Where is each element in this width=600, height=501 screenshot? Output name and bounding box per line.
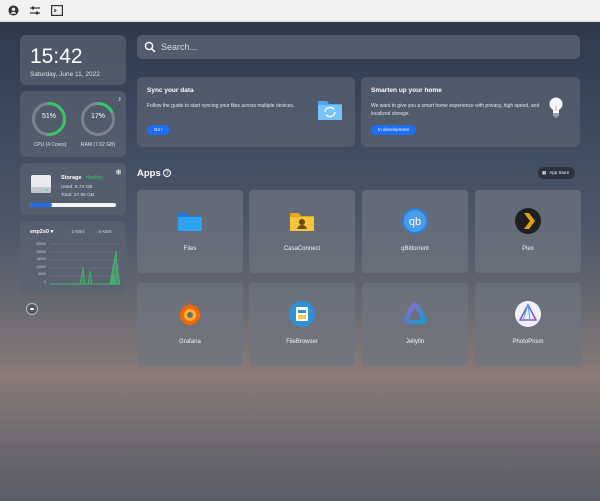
arrow-down-icon: ↓ [95,229,98,234]
download-rate-value: 6 KB/s [98,229,112,234]
help-icon[interactable]: ? [163,169,171,177]
app-name: Plex [522,246,534,252]
cpu-gauge: 51% [30,100,68,138]
download-rate: ↓ 6 KB/s [95,229,112,234]
folder-icon [176,207,204,235]
grafana-icon [176,300,204,328]
app-tile-jellyfin[interactable]: Jellyfin [362,283,468,366]
widget-settings-button[interactable] [26,303,38,315]
storage-widget: ❄ Storage Healthy Used: 6.74 GB Total: 2… [20,163,126,215]
storage-bar-fill [30,203,52,207]
app-tile-plex[interactable]: Plex [475,190,581,273]
app-tile-files[interactable]: Files [137,190,243,273]
app-store-label: App Store [549,170,570,175]
jellyfin-icon [401,300,429,328]
y-tick: 30000 [36,242,46,246]
sync-title: Sync your data [147,87,194,94]
sync-data-card: Sync your data Follow the guide to start… [137,77,355,147]
y-tick: 0 [44,279,46,284]
app-name: PhotoPrism [512,339,544,345]
ram-gauge: 17% [79,100,117,138]
y-tick: 24000 [36,249,46,254]
store-icon: ▦ [542,170,547,175]
app-tile-grafana[interactable]: Grafana [137,283,243,366]
cpu-percent: 51% [41,113,56,120]
app-name: CasaConnect [283,246,321,252]
network-chart [50,243,120,285]
chevron-down-icon: ▾ [50,229,54,235]
smart-home-card: Smarten up your home We want to give you… [361,77,580,147]
search-icon [144,40,156,58]
search-bar[interactable]: Search... [137,35,580,59]
network-widget: enp2s0 ▾ ↑ 2 KB/s ↓ 6 KB/s 30000 24000 1… [20,221,126,293]
storage-total: Total: 27.06 GB [61,193,95,198]
app-tile-filebrowser[interactable]: FileBrowser [249,283,355,366]
y-tick: 6000 [38,272,46,277]
app-name: FileBrowser [286,339,318,345]
app-name: Grafana [179,339,201,345]
in-development-button[interactable]: In development [371,125,416,135]
storage-bar [30,203,116,207]
top-toolbar [0,0,600,22]
upload-rate-value: 2 KB/s [71,229,85,234]
svg-text:qb: qb [409,216,421,228]
sync-go-button[interactable]: Go ! [147,125,170,135]
app-name: qBittorrent [401,246,429,252]
clock-date: Saturday, June 11, 2022 [30,71,100,78]
sync-text: Follow the guide to start syncing your f… [147,103,295,109]
network-y-axis: 30000 24000 18000 12000 6000 0 [26,241,46,287]
apps-title: Apps [137,168,161,179]
ram-label: RAM (7.62 GB) [80,142,116,148]
sync-folder-icon [317,97,343,121]
terminal-icon[interactable] [51,4,64,17]
app-name: Jellyfin [405,339,425,345]
upload-rate: ↑ 2 KB/s [68,229,85,234]
storage-title: Storage [61,175,82,181]
smart-home-text: We want to give you a smart home experie… [371,103,540,117]
sliders-icon[interactable] [29,5,41,17]
storage-status: Healthy [86,175,103,181]
app-store-button[interactable]: ▦ App Store [538,167,576,179]
y-tick: 18000 [36,257,46,262]
storage-used: Used: 6.74 GB [61,185,93,190]
plex-icon [514,207,542,235]
app-tile-qbittorrent[interactable]: qb qBittorrent [362,190,468,273]
app-name: Files [183,246,197,252]
user-circle-icon[interactable] [7,4,19,17]
gear-icon[interactable]: ❄ [115,168,122,177]
chevron-right-icon[interactable]: › [118,94,121,103]
lightbulb-icon [548,96,564,122]
ram-percent: 17% [90,113,105,120]
casaconnect-icon [288,207,316,235]
search-input[interactable]: Search... [161,42,197,52]
photoprism-icon [514,300,542,328]
qbittorrent-icon: qb [401,207,429,235]
hard-drive-icon [30,173,51,193]
clock-time: 15:42 [30,45,83,68]
smart-home-title: Smarten up your home [371,87,442,94]
system-status-widget: › 51% 17% CPU (4 Cores) RAM (7.62 GB) [20,91,126,157]
clock-widget: 15:42 Saturday, June 11, 2022 [20,35,126,85]
app-tile-photoprism[interactable]: PhotoPrism [475,283,581,366]
dots-icon [30,308,34,310]
network-interface[interactable]: enp2s0 ▾ [30,229,53,235]
y-tick: 12000 [36,264,46,269]
filebrowser-icon [288,300,316,328]
network-interface-label: enp2s0 [30,229,49,235]
arrow-up-icon: ↑ [68,229,71,234]
app-tile-casaconnect[interactable]: CasaConnect [249,190,355,273]
